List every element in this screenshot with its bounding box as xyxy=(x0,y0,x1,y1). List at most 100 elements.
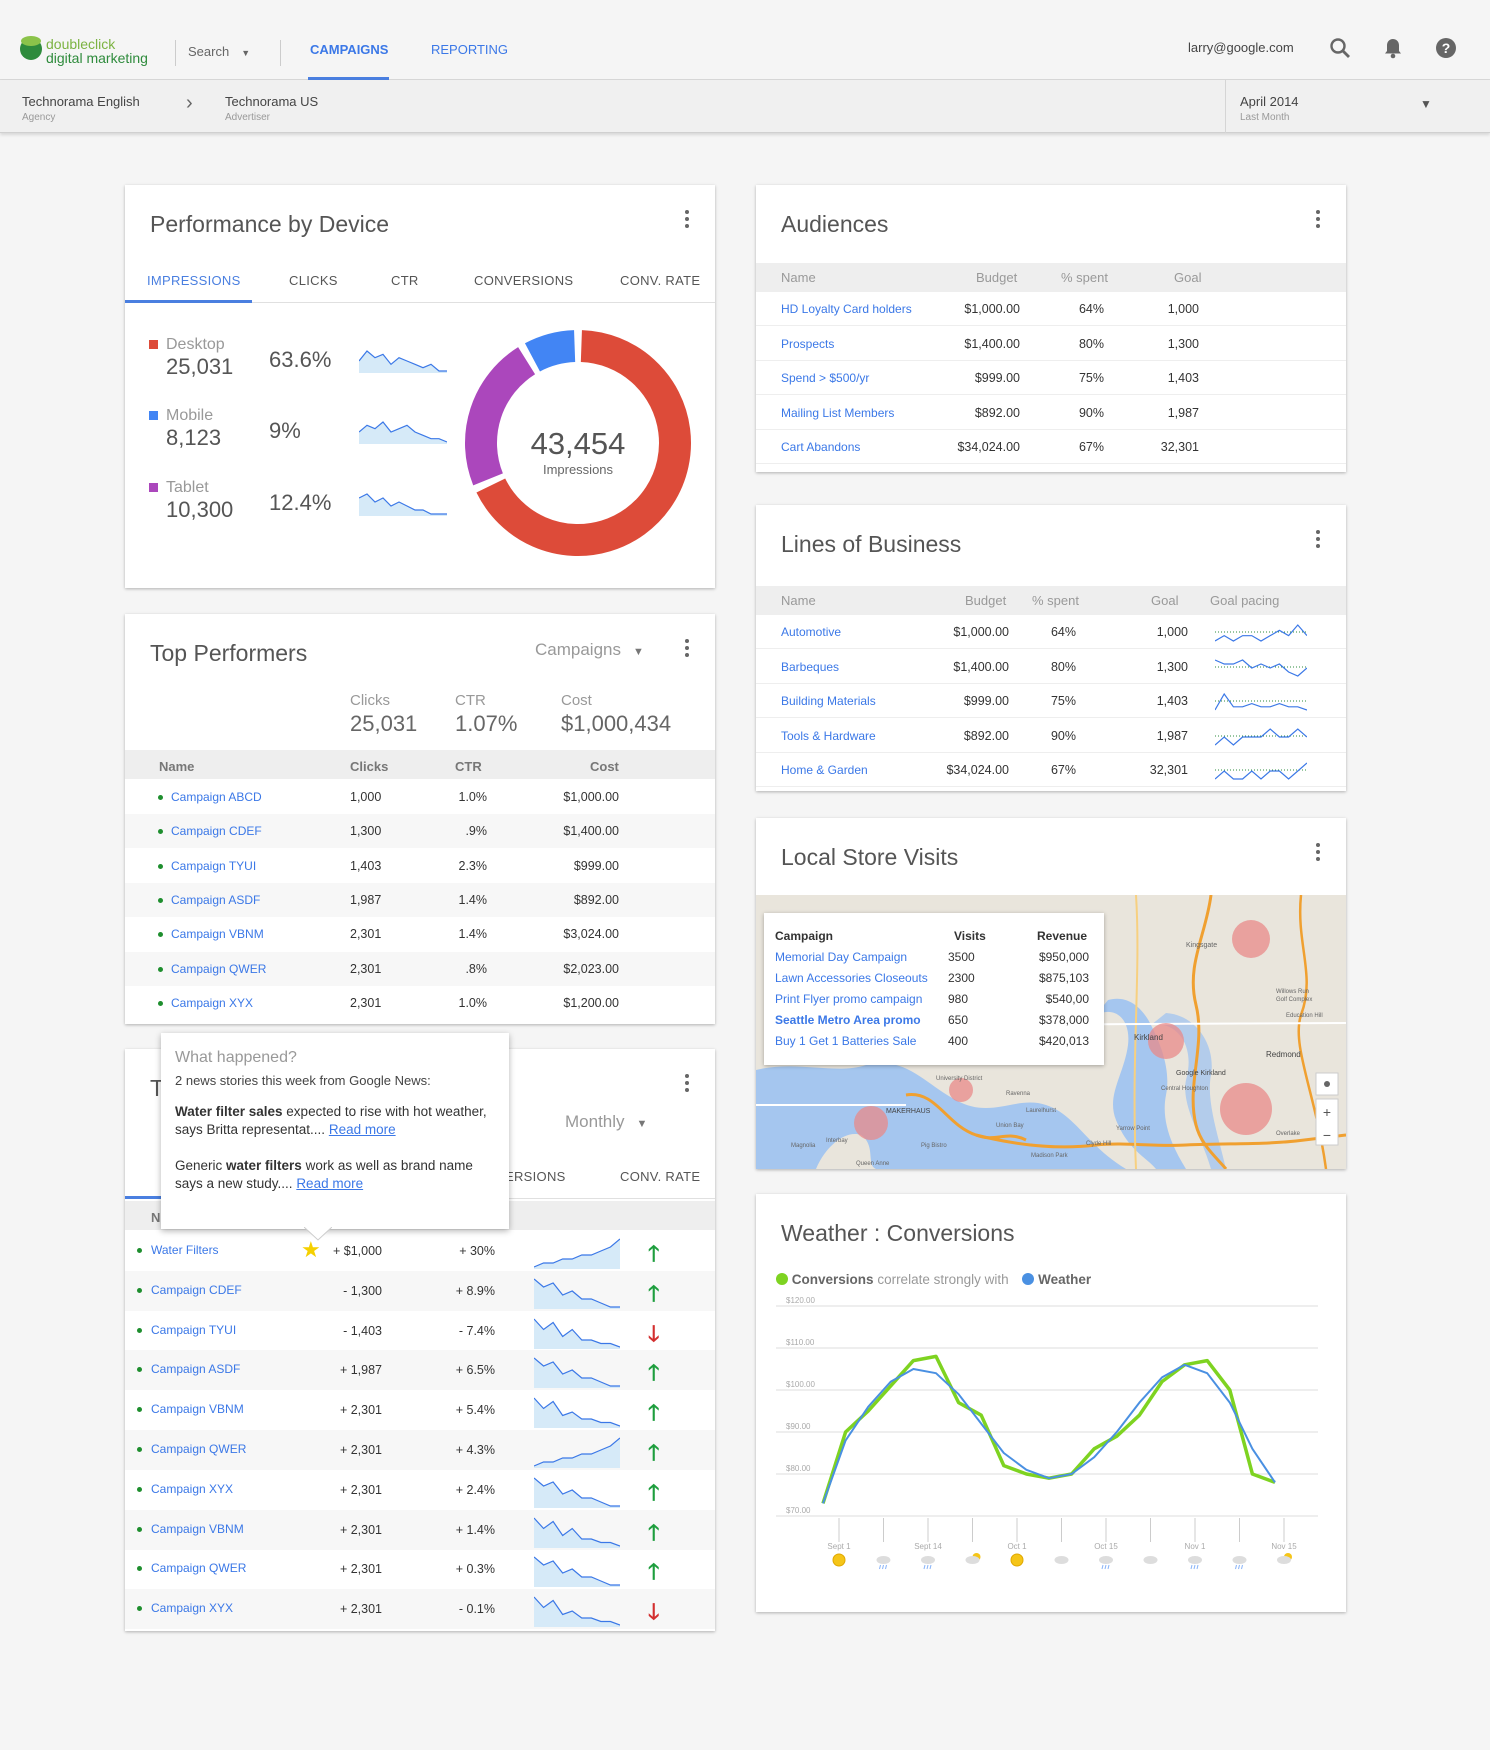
table-row[interactable]: Mailing List Members $892.00 90% 1,987 xyxy=(756,396,1346,430)
table-row[interactable]: Barbeques $1,400.00 80% 1,300 xyxy=(756,650,1346,684)
table-row[interactable]: HD Loyalty Card holders $1,000.00 64% 1,000 xyxy=(756,292,1346,326)
table-row[interactable]: Campaign CDEF - 1,300 + 8.9% 🡑 xyxy=(125,1270,715,1311)
table-row[interactable]: Campaign QWER 2,301 .8% $2,023.00 xyxy=(125,951,715,986)
table-row[interactable]: Campaign VBNM + 2,301 + 5.4% 🡑 xyxy=(125,1390,715,1430)
search-select[interactable]: Search ▼ xyxy=(188,44,250,59)
donut-segment[interactable] xyxy=(524,330,576,372)
table-row[interactable]: Campaign CDEF 1,300 .9% $1,400.00 xyxy=(125,814,715,849)
table-row[interactable]: Campaign VBNM + 2,301 + 1.4% 🡑 xyxy=(125,1509,715,1550)
campaign-link[interactable]: Campaign XYX xyxy=(171,996,253,1010)
more-vert-icon[interactable] xyxy=(1308,527,1328,551)
campaign-link[interactable]: Campaign XYX xyxy=(151,1482,233,1496)
summary-cost-value: $1,000,434 xyxy=(561,711,672,736)
date-range[interactable]: April 2014 xyxy=(1240,94,1299,109)
campaign-link[interactable]: Campaign QWER xyxy=(151,1442,246,1456)
tab-ctr[interactable]: CTR xyxy=(391,273,419,288)
table-row[interactable]: Campaign ASDF + 1,987 + 6.5% 🡑 xyxy=(125,1350,715,1391)
campaign-link[interactable]: Campaign CDEF xyxy=(171,824,262,838)
read-more-link[interactable]: Read more xyxy=(296,1176,363,1191)
table-row[interactable]: Campaign TYUI - 1,403 - 7.4% 🡓 xyxy=(125,1311,715,1351)
campaign-link[interactable]: Water Filters xyxy=(151,1243,219,1257)
help-icon[interactable]: ? xyxy=(1434,36,1458,60)
more-vert-icon[interactable] xyxy=(1308,207,1328,231)
table-row[interactable]: Tools & Hardware $892.00 90% 1,987 xyxy=(756,719,1346,753)
campaign-link[interactable]: Campaign ASDF xyxy=(151,1362,240,1376)
business-link[interactable]: Automotive xyxy=(781,625,841,639)
monthly-dropdown[interactable]: Monthly ▼ xyxy=(565,1112,647,1132)
business-link[interactable]: Tools & Hardware xyxy=(781,729,876,743)
tab-reporting[interactable]: REPORTING xyxy=(431,42,508,57)
campaign-link[interactable]: Campaign ABCD xyxy=(171,790,262,804)
campaign-link[interactable]: Campaign QWER xyxy=(171,962,266,976)
more-vert-icon[interactable] xyxy=(677,636,697,660)
campaign-link[interactable]: Campaign QWER xyxy=(151,1561,246,1575)
campaign-link[interactable]: Memorial Day Campaign xyxy=(775,950,907,964)
zoom-in-icon[interactable]: + xyxy=(1323,1104,1331,1120)
more-vert-icon[interactable] xyxy=(677,207,697,231)
business-link[interactable]: Barbeques xyxy=(781,660,839,674)
table-row[interactable]: Campaign VBNM 2,301 1.4% $3,024.00 xyxy=(125,917,715,951)
audience-link[interactable]: Spend > $500/yr xyxy=(781,371,869,385)
campaign-link[interactable]: Seattle Metro Area promo xyxy=(775,1013,921,1027)
search-icon[interactable] xyxy=(1328,36,1352,60)
business-link[interactable]: Building Materials xyxy=(781,694,876,708)
business-link[interactable]: Home & Garden xyxy=(781,763,868,777)
campaign-link[interactable]: Campaign CDEF xyxy=(151,1283,242,1297)
table-row[interactable]: Campaign XYX + 2,301 + 2.4% 🡑 xyxy=(125,1470,715,1510)
campaign-link[interactable]: Campaign TYUI xyxy=(171,859,256,873)
status-dot xyxy=(137,1447,142,1452)
bell-icon[interactable] xyxy=(1382,36,1404,60)
campaigns-dropdown[interactable]: Campaigns ▼ xyxy=(535,640,644,660)
tab-conversions[interactable]: ERSIONS xyxy=(505,1169,566,1184)
audience-link[interactable]: HD Loyalty Card holders xyxy=(781,302,912,316)
table-row[interactable]: Building Materials $999.00 75% 1,403 xyxy=(756,684,1346,718)
y-tick-label: $120.00 xyxy=(786,1296,815,1305)
zoom-out-icon[interactable]: − xyxy=(1323,1127,1331,1143)
audience-link[interactable]: Prospects xyxy=(781,337,834,351)
table-row[interactable]: Water Filters ★ + $1,000 + 30% 🡑 xyxy=(125,1231,715,1271)
cell-budget: $34,024.00 xyxy=(957,440,1020,454)
table-row[interactable]: Campaign ASDF 1,987 1.4% $892.00 xyxy=(125,882,715,917)
table-row[interactable]: Prospects $1,400.00 80% 1,300 xyxy=(756,327,1346,361)
tab-conversions[interactable]: CONVERSIONS xyxy=(474,273,573,288)
more-vert-icon[interactable] xyxy=(1308,840,1328,864)
table-row[interactable]: Campaign QWER + 2,301 + 0.3% 🡑 xyxy=(125,1549,715,1589)
cell-change: + 2,301 xyxy=(339,1482,382,1497)
table-row[interactable]: Home & Garden $34,024.00 67% 32,301 xyxy=(756,753,1346,787)
audience-link[interactable]: Cart Abandons xyxy=(781,440,860,454)
read-more-link[interactable]: Read more xyxy=(329,1122,396,1137)
campaign-link[interactable]: Campaign VBNM xyxy=(151,1402,244,1416)
breadcrumb-agency[interactable]: Technorama English xyxy=(22,94,140,109)
locate-icon[interactable] xyxy=(1324,1081,1330,1087)
campaign-link[interactable]: Campaign VBNM xyxy=(151,1522,244,1536)
table-row[interactable]: Spend > $500/yr $999.00 75% 1,403 xyxy=(756,361,1346,395)
campaign-link[interactable]: Campaign XYX xyxy=(151,1601,233,1615)
tab-clicks[interactable]: CLICKS xyxy=(289,273,338,288)
campaign-link[interactable]: Campaign TYUI xyxy=(151,1323,236,1337)
campaign-link[interactable]: Campaign ASDF xyxy=(171,893,260,907)
campaign-link[interactable]: Buy 1 Get 1 Batteries Sale xyxy=(775,1034,916,1048)
tab-conv-rate[interactable]: CONV. RATE xyxy=(620,273,700,288)
table-row[interactable]: Campaign QWER + 2,301 + 4.3% 🡑 xyxy=(125,1430,715,1470)
campaign-link[interactable]: Print Flyer promo campaign xyxy=(775,992,922,1006)
more-vert-icon[interactable] xyxy=(677,1071,697,1095)
donut-segment[interactable] xyxy=(465,347,536,486)
campaign-link[interactable]: Campaign VBNM xyxy=(171,927,264,941)
table-row[interactable]: Automotive $1,000.00 64% 1,000 xyxy=(756,615,1346,649)
col-campaign: Campaign xyxy=(775,929,834,943)
tab-conv-rate[interactable]: CONV. RATE xyxy=(620,1169,700,1184)
table-row[interactable]: Campaign TYUI 1,403 2.3% $999.00 xyxy=(125,849,715,883)
table-row[interactable]: Cart Abandons $34,024.00 67% 32,301 xyxy=(756,430,1346,464)
campaign-link[interactable]: Lawn Accessories Closeouts xyxy=(775,971,928,985)
breadcrumb: Technorama English Agency › Technorama U… xyxy=(0,80,1490,133)
table-row[interactable]: Campaign ABCD 1,000 1.0% $1,000.00 xyxy=(125,780,715,814)
audience-link[interactable]: Mailing List Members xyxy=(781,406,894,420)
user-email[interactable]: larry@google.com xyxy=(1188,40,1294,55)
date-dropdown-icon[interactable]: ▼ xyxy=(1420,97,1432,111)
table-row[interactable]: Campaign XYX + 2,301 - 0.1% 🡓 xyxy=(125,1589,715,1630)
breadcrumb-advertiser[interactable]: Technorama US xyxy=(225,94,318,109)
y-tick-label: $100.00 xyxy=(786,1380,815,1389)
tab-campaigns[interactable]: CAMPAIGNS xyxy=(310,42,388,57)
tab-impressions[interactable]: IMPRESSIONS xyxy=(147,273,241,288)
table-row[interactable]: Campaign XYX 2,301 1.0% $1,200.00 xyxy=(125,986,715,1020)
